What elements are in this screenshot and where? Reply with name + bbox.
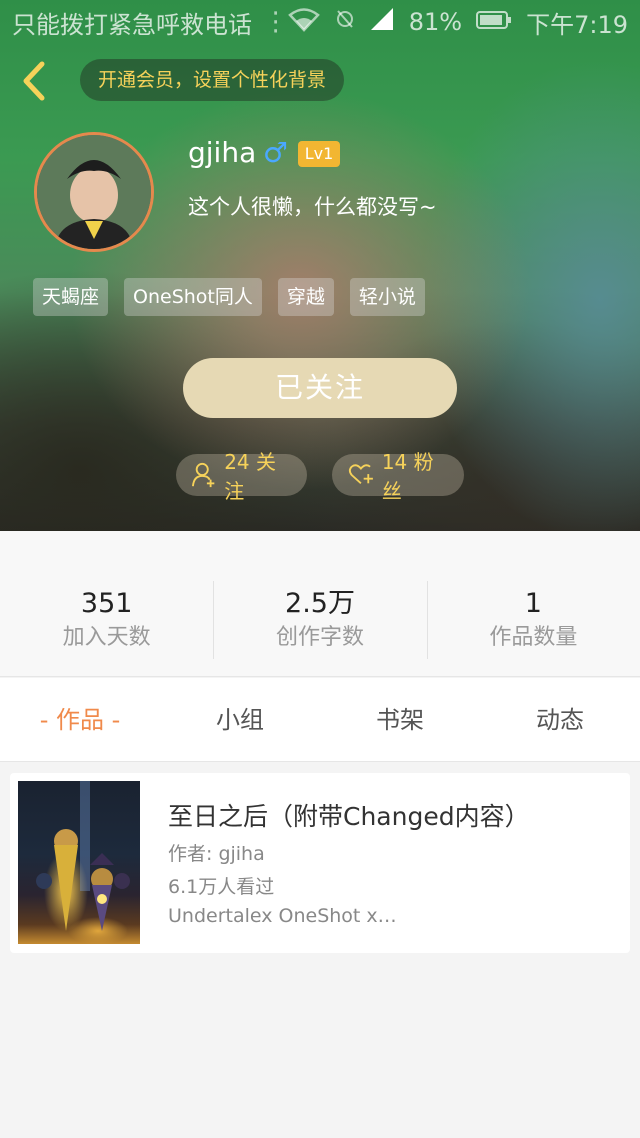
work-description: Undertalex OneShot x… (168, 905, 397, 927)
male-gender-icon: ♂ (263, 136, 289, 169)
work-title: 至日之后（附带Changed内容） (168, 802, 530, 831)
profile-tags: 天蝎座 OneShot同人 穿越 轻小说 (33, 278, 425, 316)
profile-bio: 这个人很懒，什么都没写~ (188, 195, 437, 219)
work-cover-image (18, 781, 140, 944)
heart-add-icon (348, 464, 373, 484)
tab-activity[interactable]: 动态 (480, 678, 640, 761)
tab-groups[interactable]: 小组 (160, 678, 320, 761)
tab-bookshelf[interactable]: 书架 (320, 678, 480, 761)
profile-header: 只能拨打紧急呼救电话 ⋮ 81% 下午7:19 开通会员，设置个性化背景 gji… (0, 0, 640, 531)
fans-count: 14 粉丝 (381, 450, 434, 503)
work-views: 6.1万人看过 (168, 876, 275, 898)
clock-text: 下午7:19 (526, 10, 628, 39)
profile-tag[interactable]: 天蝎座 (33, 278, 109, 316)
fans-count-button[interactable]: 14 粉丝 (332, 450, 464, 503)
following-count: 24 关注 (224, 450, 276, 503)
stat-days-joined: 351 加入天数 (0, 531, 213, 676)
stat-value: 351 (80, 588, 133, 619)
stat-work-count: 1 作品数量 (426, 531, 640, 676)
battery-icon (476, 8, 512, 36)
stat-value: 1 (524, 588, 542, 619)
tab-works[interactable]: - 作品 - (0, 678, 160, 761)
carrier-text: 只能拨打紧急呼救电话 (12, 10, 252, 39)
profile-tabs: - 作品 - 小组 书架 动态 (0, 678, 640, 762)
profile-tag[interactable]: OneShot同人 (124, 278, 262, 316)
stat-label: 创作字数 (275, 625, 364, 650)
chevron-left-icon (23, 61, 45, 101)
stat-word-count: 2.5万 创作字数 (213, 531, 426, 676)
level-badge: Lv1 (298, 141, 340, 167)
status-bar: 只能拨打紧急呼救电话 ⋮ 81% 下午7:19 (0, 0, 640, 44)
stat-label: 作品数量 (489, 625, 578, 650)
username: gjiha (188, 136, 257, 169)
signal-icon (369, 6, 395, 38)
avatar[interactable] (34, 132, 154, 252)
stat-value: 2.5万 (285, 588, 355, 619)
wifi-icon (287, 6, 321, 38)
following-count-button[interactable]: 24 关注 (176, 450, 307, 503)
profile-tag[interactable]: 轻小说 (349, 278, 425, 316)
vip-background-prompt[interactable]: 开通会员，设置个性化背景 (80, 59, 345, 101)
work-list-item[interactable]: 至日之后（附带Changed内容） 作者: gjiha 6.1万人看过 Unde… (10, 773, 630, 953)
back-button[interactable] (14, 58, 54, 104)
follow-button[interactable]: 已关注 (183, 358, 457, 418)
alarm-off-icon (335, 8, 355, 36)
battery-text: 81% (408, 8, 463, 36)
profile-tag[interactable]: 穿越 (277, 278, 334, 316)
profile-stats: 351 加入天数 2.5万 创作字数 1 作品数量 (0, 531, 640, 677)
person-add-icon (192, 462, 215, 488)
overflow-dots-icon: ⋮ (262, 7, 289, 37)
work-author: 作者: gjiha (168, 843, 265, 865)
stat-label: 加入天数 (62, 625, 151, 650)
